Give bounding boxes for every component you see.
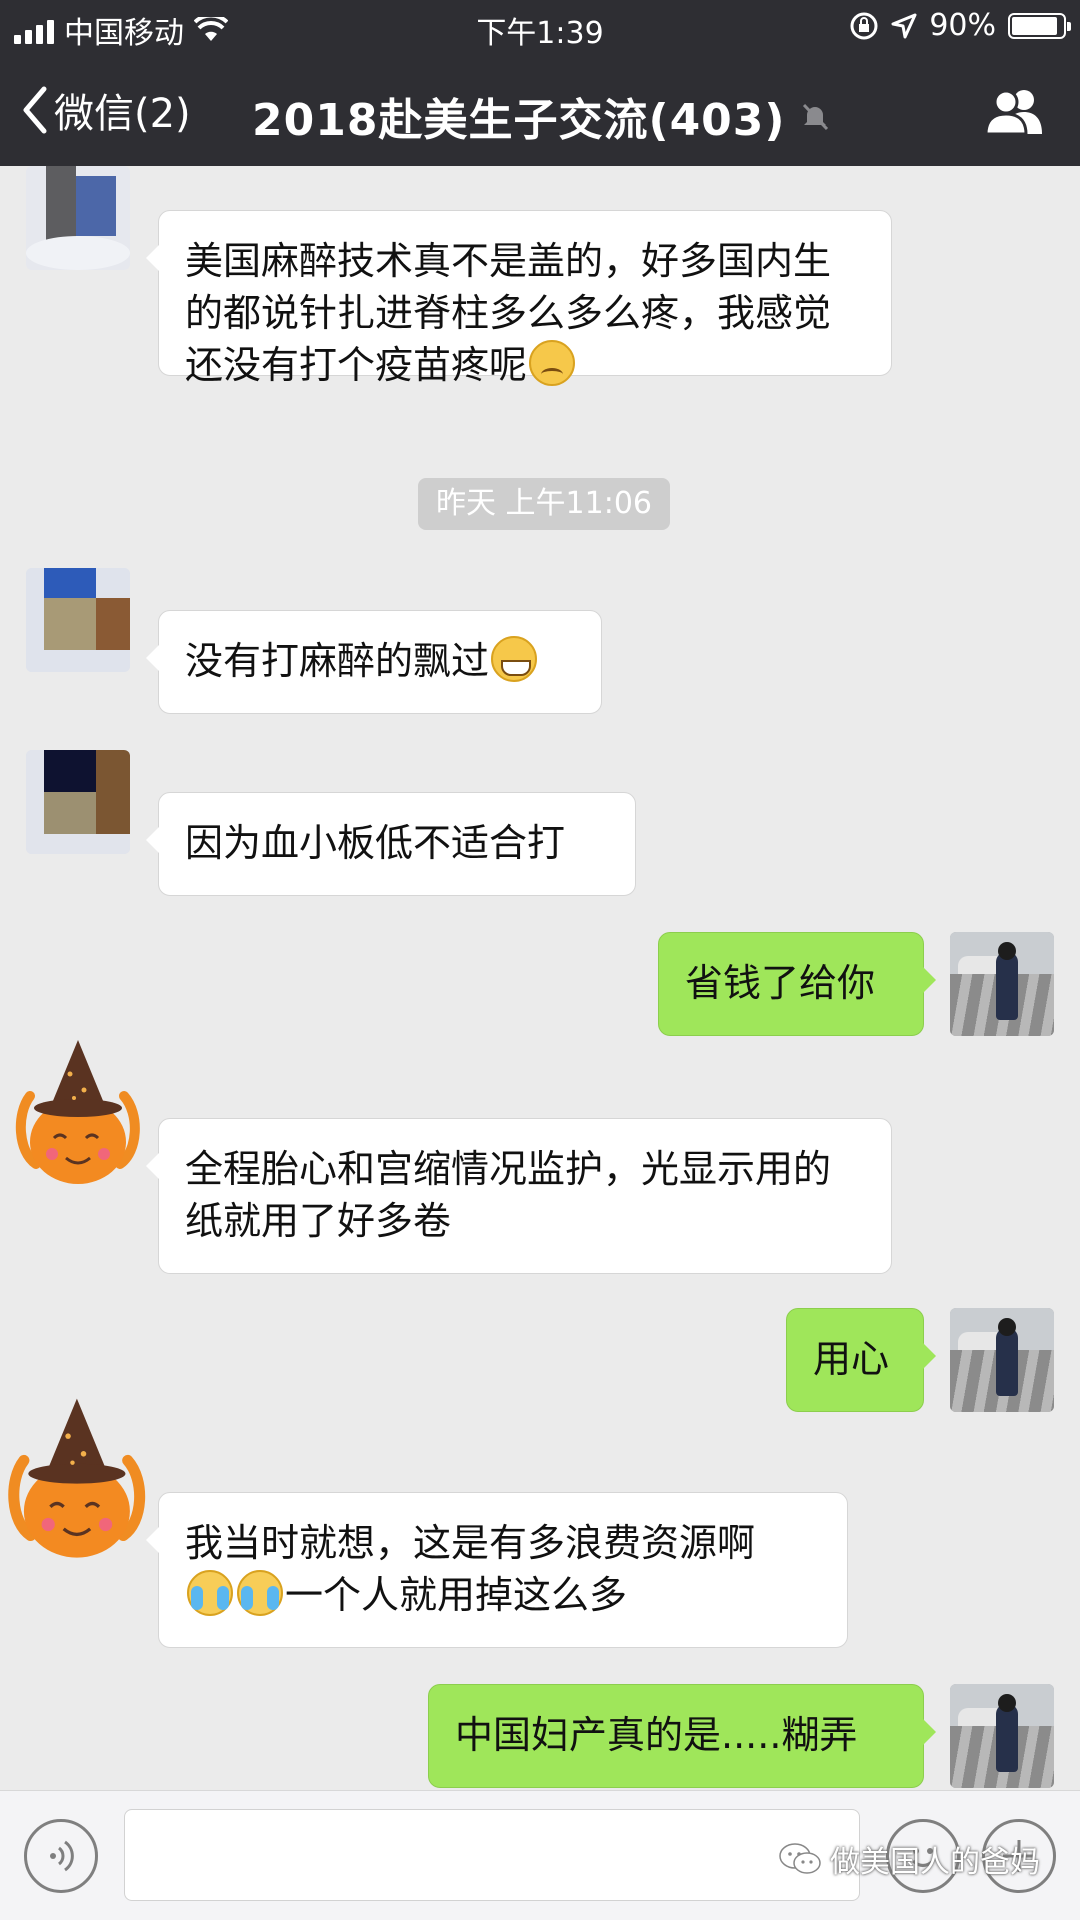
message-text-line1: 我当时就想，这是有多浪费资源啊 xyxy=(185,1521,756,1565)
chat-area[interactable]: 美国麻醉技术真不是盖的，好多国内生的都说针扎进脊柱多么多么疼，我感觉还没有打个疫… xyxy=(0,166,1080,1790)
message-text: 因为血小板低不适合打 xyxy=(185,821,566,865)
message-bubble[interactable]: 我当时就想，这是有多浪费资源啊 一个人就用掉这么多 xyxy=(146,1492,848,1648)
nav-bar: 微信(2) 2018赴美生子交流(403) xyxy=(0,56,1080,166)
voice-icon xyxy=(50,1840,74,1872)
avatar[interactable] xyxy=(950,1308,1054,1412)
message-text: 省钱了给你 xyxy=(685,961,876,1005)
pumpkin-witch-icon xyxy=(8,1398,146,1558)
back-label: 微信(2) xyxy=(54,91,191,137)
avatar[interactable] xyxy=(950,932,1054,1036)
avatar[interactable] xyxy=(26,166,130,270)
rotation-lock-icon xyxy=(850,12,878,39)
mute-bell-icon xyxy=(802,103,828,131)
message-text: 中国妇产真的是.....糊弄 xyxy=(455,1713,858,1757)
watermark-text: 做美国人的爸妈 xyxy=(830,1845,1040,1880)
watermark: 做美国人的爸妈 xyxy=(778,1837,1040,1881)
grinning-face-icon xyxy=(491,636,538,682)
crying-face-icon xyxy=(237,1570,283,1616)
message-bubble[interactable]: 全程胎心和宫缩情况监护，光显示用的纸就用了好多卷 xyxy=(146,1118,892,1274)
message-text: 全程胎心和宫缩情况监护，光显示用的纸就用了好多卷 xyxy=(185,1147,832,1243)
message-bubble[interactable]: 没有打麻醉的飘过 xyxy=(146,610,602,714)
location-icon xyxy=(891,13,917,38)
message-bubble[interactable]: 因为血小板低不适合打 xyxy=(146,792,636,896)
message-input[interactable] xyxy=(124,1809,860,1901)
pumpkin-witch-icon xyxy=(15,1040,140,1184)
message-bubble[interactable]: 省钱了给你 xyxy=(658,932,936,1036)
message-bubble[interactable]: 中国妇产真的是.....糊弄 xyxy=(428,1684,936,1788)
chat-title: 2018赴美生子交流(403) xyxy=(252,84,830,148)
battery-fill xyxy=(1012,16,1057,35)
thinking-face-icon xyxy=(529,340,576,386)
message-text: 美国麻醉技术真不是盖的，好多国内生的都说针扎进脊柱多么多么疼，我感觉还没有打个疫… xyxy=(185,239,832,387)
message-bubble[interactable]: 美国麻醉技术真不是盖的，好多国内生的都说针扎进脊柱多么多么疼，我感觉还没有打个疫… xyxy=(146,210,892,387)
message-text-line2: 一个人就用掉这么多 xyxy=(285,1573,628,1617)
group-members-icon[interactable] xyxy=(984,86,1046,136)
chat-timestamp: 昨天 上午11:06 xyxy=(418,478,670,530)
message-bubble[interactable]: 用心 xyxy=(786,1308,936,1412)
avatar[interactable] xyxy=(950,1684,1054,1788)
status-right: 90% xyxy=(849,8,1071,43)
avatar[interactable] xyxy=(26,568,130,672)
voice-button[interactable] xyxy=(24,1819,98,1893)
battery-percent: 90% xyxy=(929,8,996,43)
input-bar: 做美国人的爸妈 xyxy=(0,1790,1080,1920)
message-text: 用心 xyxy=(813,1337,890,1381)
crying-face-icon xyxy=(187,1570,233,1616)
pumpkin-avatar[interactable] xyxy=(14,1034,144,1188)
battery-icon xyxy=(1008,12,1071,39)
pumpkin-avatar[interactable] xyxy=(6,1392,150,1562)
avatar[interactable] xyxy=(26,750,130,854)
back-button[interactable]: 微信(2) xyxy=(20,80,191,140)
wechat-logo-icon xyxy=(779,1843,821,1874)
chat-title-text: 2018赴美生子交流(403) xyxy=(252,95,786,146)
message-text: 没有打麻醉的飘过 xyxy=(185,639,490,683)
chevron-left-icon xyxy=(23,86,47,134)
status-bar: 中国移动 下午1:39 90% xyxy=(0,0,1080,56)
